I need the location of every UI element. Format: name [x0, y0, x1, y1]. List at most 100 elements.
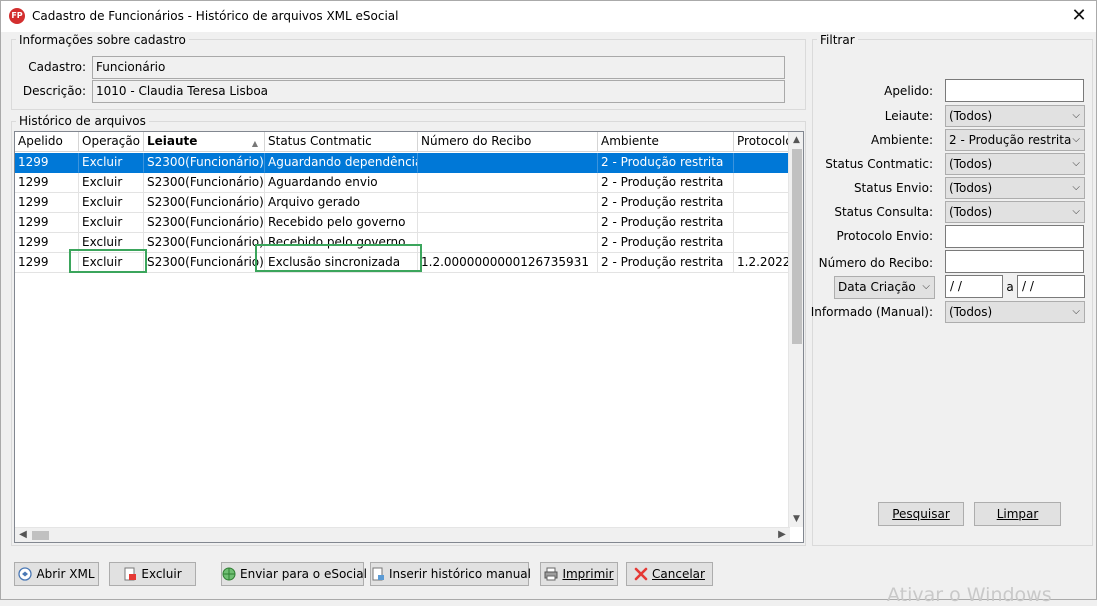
cell-protocolo	[734, 173, 790, 193]
cell-apelido: 1299	[15, 193, 79, 213]
excluir-button[interactable]: Excluir	[109, 562, 196, 586]
scroll-right-icon[interactable]: ▶	[774, 528, 790, 542]
leiaute-filter-select[interactable]: (Todos) ⌵	[945, 105, 1085, 127]
col-header-leiaute-label: Leiaute	[147, 134, 198, 148]
cell-operacao: Excluir	[79, 173, 144, 193]
table-row[interactable]: 1299 Excluir S2300(Funcionário) Aguardando …	[15, 173, 790, 193]
col-header-apelido[interactable]: Apelido	[15, 132, 79, 152]
scroll-down-icon[interactable]: ▼	[789, 511, 803, 527]
cell-apelido: 1299	[15, 213, 79, 233]
cell-leiaute: S2300(Funcionário)	[144, 153, 265, 173]
cancelar-button[interactable]: Cancelar	[626, 562, 713, 586]
highlight-box-operacao	[69, 249, 147, 273]
col-header-recibo[interactable]: Número do Recibo	[418, 132, 598, 152]
cell-recibo: 1.2.0000000000126735931	[418, 253, 598, 273]
cell-leiaute: S2300(Funcionário)	[144, 213, 265, 233]
insert-file-icon	[372, 567, 384, 581]
protocolo-envio-filter-input[interactable]	[945, 225, 1084, 248]
pesquisar-button[interactable]: Pesquisar	[878, 502, 964, 526]
numero-recibo-filter-label: Número do Recibo:	[818, 256, 933, 270]
informado-filter-label: Informado (Manual):	[810, 305, 933, 319]
col-header-status[interactable]: Status Contmatic	[265, 132, 418, 152]
cell-leiaute: S2300(Funcionário)	[144, 173, 265, 193]
inserir-historico-button[interactable]: Inserir histórico manual	[370, 562, 531, 586]
excluir-label: Excluir	[141, 567, 182, 581]
scroll-left-icon[interactable]: ◀	[15, 528, 31, 542]
cell-leiaute: S2300(Funcionário)	[144, 253, 265, 273]
descricao-field: 1010 - Claudia Teresa Lisboa	[92, 80, 785, 103]
date-type-select[interactable]: Data Criação ⌵	[834, 276, 935, 299]
date-range-separator: a	[1006, 280, 1014, 294]
cell-recibo	[418, 233, 598, 253]
enviar-esocial-button[interactable]: Enviar para o eSocial	[221, 562, 367, 586]
status-envio-filter-label: Status Envio:	[853, 181, 933, 195]
leiaute-filter-label: Leiaute:	[884, 109, 933, 123]
col-header-protocolo[interactable]: Protocolo	[734, 132, 790, 152]
pesquisar-label: Pesquisar	[892, 507, 950, 521]
vertical-scrollbar[interactable]: ▲ ▼	[788, 132, 803, 527]
xml-file-icon	[18, 567, 33, 581]
vertical-scroll-thumb[interactable]	[792, 149, 802, 344]
numero-recibo-filter-input[interactable]	[945, 250, 1084, 273]
limpar-label: Limpar	[996, 507, 1039, 521]
table-row[interactable]: 1299 Excluir S2300(Funcionário) Arquivo ger…	[15, 193, 790, 213]
scroll-up-icon[interactable]: ▲	[789, 132, 803, 148]
date-to-input[interactable]: / /	[1017, 275, 1085, 298]
abrir-xml-button[interactable]: Abrir XML	[14, 562, 99, 586]
cell-protocolo	[734, 213, 790, 233]
enviar-esocial-label: Enviar para o eSocial	[240, 567, 367, 581]
col-header-operacao[interactable]: Operação	[79, 132, 144, 152]
horizontal-scrollbar[interactable]: ◀ ▶	[15, 527, 790, 542]
chevron-down-icon: ⌵	[1072, 206, 1080, 217]
ambiente-filter-select[interactable]: 2 - Produção restrita ⌵	[945, 129, 1085, 151]
informado-filter-value: (Todos)	[949, 305, 993, 319]
chevron-down-icon: ⌵	[1072, 306, 1080, 317]
info-group-title: Informações sobre cadastro	[16, 33, 189, 47]
cell-ambiente: 2 - Produção restrita	[598, 213, 734, 233]
cell-protocolo	[734, 233, 790, 253]
cell-leiaute: S2300(Funcionário)	[144, 193, 265, 213]
window-title: Cadastro de Funcionários - Histórico de …	[32, 9, 399, 23]
cancelar-label: Cancelar	[652, 567, 705, 581]
status-contmatic-filter-select[interactable]: (Todos) ⌵	[945, 153, 1085, 175]
cell-operacao: Excluir	[79, 213, 144, 233]
leiaute-filter-value: (Todos)	[949, 109, 993, 123]
limpar-button[interactable]: Limpar	[974, 502, 1061, 526]
cell-leiaute: S2300(Funcionário)	[144, 233, 265, 253]
chevron-down-icon: ⌵	[1072, 110, 1080, 121]
col-header-leiaute[interactable]: Leiaute ▲	[144, 132, 265, 152]
imprimir-button[interactable]: Imprimir	[540, 562, 618, 586]
informado-filter-select[interactable]: (Todos) ⌵	[945, 301, 1085, 323]
status-envio-filter-value: (Todos)	[949, 181, 993, 195]
table-row[interactable]: 1299 Excluir S2300(Funcionário) Aguardando …	[15, 153, 790, 173]
date-type-value: Data Criação	[838, 280, 916, 294]
table-row[interactable]: 1299 Excluir S2300(Funcionário) Recebido pe…	[15, 213, 790, 233]
col-header-ambiente[interactable]: Ambiente	[598, 132, 734, 152]
date-from-input[interactable]: / /	[945, 275, 1003, 298]
cancel-x-icon	[634, 567, 648, 581]
imprimir-label: Imprimir	[562, 567, 614, 581]
apelido-filter-label: Apelido:	[884, 84, 933, 98]
cell-ambiente: 2 - Produção restrita	[598, 233, 734, 253]
table-header: Apelido Operação Leiaute ▲ Status Contma…	[15, 132, 790, 152]
cell-apelido: 1299	[15, 173, 79, 193]
chevron-down-icon: ⌵	[1072, 182, 1080, 193]
cell-protocolo	[734, 193, 790, 213]
apelido-filter-input[interactable]	[945, 79, 1084, 102]
abrir-xml-label: Abrir XML	[36, 567, 95, 581]
chevron-down-icon: ⌵	[1072, 158, 1080, 169]
status-envio-filter-select[interactable]: (Todos) ⌵	[945, 177, 1085, 199]
cell-status: Aguardando envio	[265, 173, 418, 193]
cell-recibo	[418, 153, 598, 173]
horizontal-scroll-thumb[interactable]	[32, 531, 49, 540]
cell-apelido: 1299	[15, 153, 79, 173]
descricao-label: Descrição:	[22, 84, 86, 98]
status-contmatic-filter-label: Status Contmatic:	[825, 157, 933, 171]
cell-status: Recebido pelo governo	[265, 213, 418, 233]
status-consulta-filter-select[interactable]: (Todos) ⌵	[945, 201, 1085, 223]
cell-ambiente: 2 - Produção restrita	[598, 153, 734, 173]
close-icon[interactable]: ✕	[1062, 1, 1096, 32]
history-table[interactable]: Apelido Operação Leiaute ▲ Status Contma…	[14, 131, 804, 543]
highlight-box-status	[255, 244, 422, 272]
cell-ambiente: 2 - Produção restrita	[598, 173, 734, 193]
